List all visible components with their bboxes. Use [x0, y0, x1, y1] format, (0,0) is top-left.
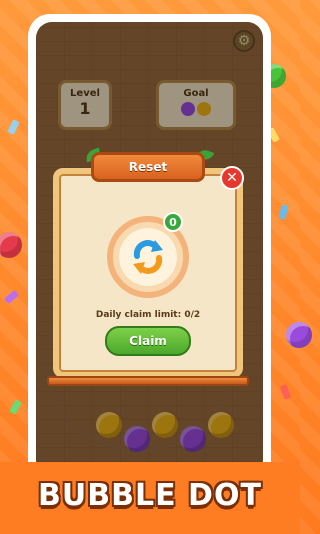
confetti — [3, 289, 20, 305]
close-button[interactable]: ✕ — [220, 166, 244, 190]
red-bubble — [0, 232, 22, 258]
confetti — [278, 204, 289, 220]
confetti — [8, 399, 23, 415]
purple-bubble — [286, 322, 312, 348]
claim-count-badge: 0 — [163, 212, 183, 232]
confetti — [7, 119, 20, 135]
claim-button[interactable]: Claim — [105, 326, 191, 356]
game-logo: BUBBLE DOT — [38, 478, 262, 513]
reset-dialog: Reset ✕ 0 Daily claim limit: 0/2 Claim — [47, 147, 249, 388]
dialog-title: Reset — [91, 152, 205, 182]
dialog-base — [47, 376, 249, 386]
daily-limit-text: Daily claim limit: 0/2 — [95, 310, 201, 320]
refresh-arrows-icon — [133, 240, 163, 274]
confetti — [279, 384, 292, 400]
